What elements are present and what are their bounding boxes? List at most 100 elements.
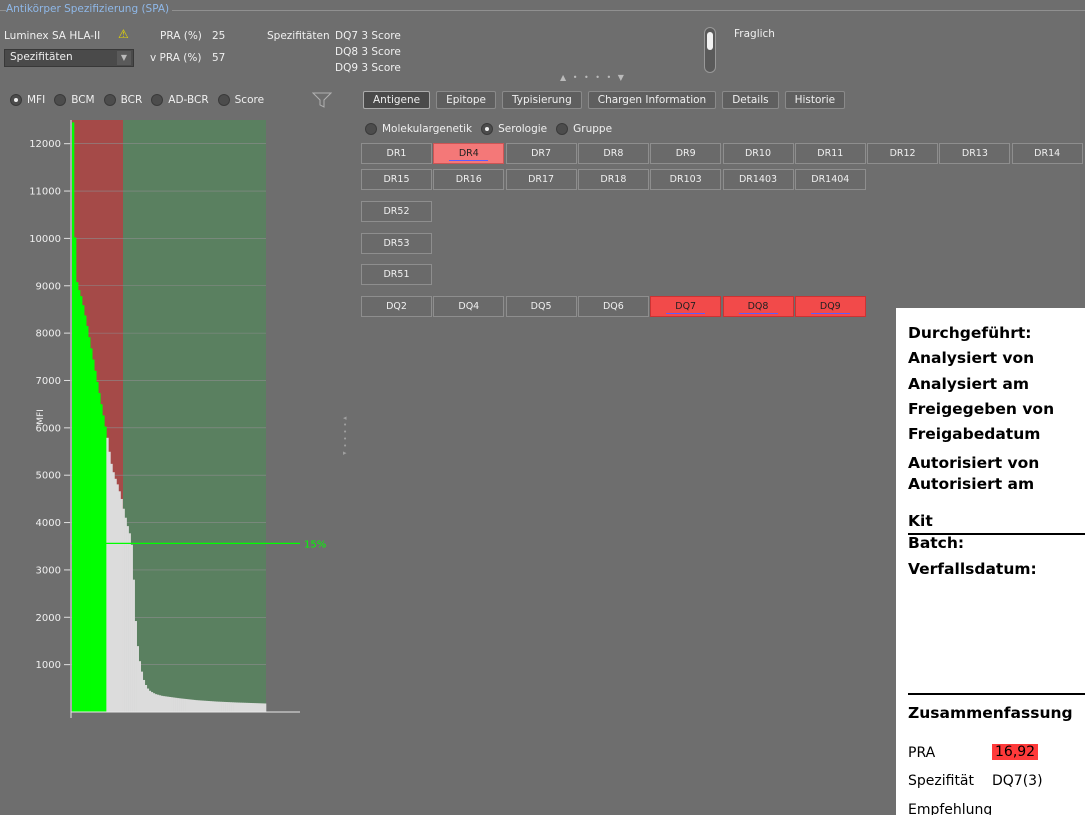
antigen-mode-radio-molekulargenetik[interactable] <box>365 123 377 135</box>
antigen-cell-underline <box>810 313 850 314</box>
antigen-mode-radio-serologie[interactable] <box>481 123 494 135</box>
antigen-cell-dr9[interactable]: DR9 <box>650 143 722 164</box>
antigen-cell-dr52[interactable]: DR52 <box>361 201 432 222</box>
report-line-authorized-by: Autorisiert von <box>908 454 1040 472</box>
antigen-cell-dr53[interactable]: DR53 <box>361 233 432 254</box>
negative-bar <box>227 702 230 712</box>
negative-bar <box>257 703 261 712</box>
pra-label: PRA (%) <box>160 30 202 42</box>
negative-bar <box>263 703 267 712</box>
positive-bar <box>82 305 85 712</box>
filter-icon[interactable] <box>312 92 332 108</box>
antigen-cell-label: DR53 <box>383 238 410 249</box>
antigen-cell-dq5[interactable]: DQ5 <box>505 296 577 317</box>
score-mode-radio-score[interactable] <box>217 94 230 106</box>
antigen-cell-dr10[interactable]: DR10 <box>722 143 794 164</box>
antigen-cell-dr15[interactable]: DR15 <box>361 169 432 190</box>
antigen-cell-dq2[interactable]: DQ2 <box>361 296 432 317</box>
y-tick-label: 2000 <box>36 613 61 624</box>
tab-details[interactable]: Details <box>722 91 779 109</box>
antigen-cell-dr1[interactable]: DR1 <box>361 143 432 164</box>
positive-bar <box>92 359 95 712</box>
antigen-cell-dr14[interactable]: DR14 <box>1011 143 1083 164</box>
antigen-cell-label: DR1 <box>386 148 407 159</box>
warning-icon[interactable]: ⚠ <box>118 27 129 41</box>
pra-value: 25 <box>212 30 226 42</box>
score-mode-radio-mfi[interactable] <box>10 94 22 106</box>
collapse-handle[interactable]: ▲ • • • • ▼ <box>560 73 626 82</box>
antigen-cell-dr7[interactable]: DR7 <box>505 143 577 164</box>
tab-bar: Antigene Epitope Typisierung Chargen Inform… <box>363 91 846 109</box>
score-mode-label[interactable]: AD-BCR <box>168 94 208 106</box>
negative-bar <box>158 695 162 712</box>
tab-typisierung[interactable]: Typisierung <box>502 91 582 109</box>
antigen-cell-dr17[interactable]: DR17 <box>505 169 577 190</box>
antigen-cell-dr12[interactable]: DR12 <box>867 143 939 164</box>
antigen-cell-dr16[interactable]: DR16 <box>433 169 505 190</box>
negative-bar <box>215 701 218 712</box>
antigen-cell-label: DQ9 <box>819 301 841 312</box>
status-text: Fraglich <box>734 28 775 40</box>
negative-bar <box>245 702 249 712</box>
report-line-analyzed-at: Analysiert am <box>908 375 1030 393</box>
score-mode-label[interactable]: BCR <box>121 94 143 106</box>
antigen-cell-dr11[interactable]: DR11 <box>794 143 866 164</box>
score-mode-label[interactable]: Score <box>235 94 264 106</box>
tab-historie[interactable]: Historie <box>784 91 846 109</box>
negative-bar <box>213 701 216 712</box>
negative-bar <box>181 698 184 712</box>
y-tick-label: 4000 <box>36 518 61 529</box>
antigen-cell-dq8[interactable]: DQ8 <box>722 296 794 317</box>
negative-bar <box>166 696 170 712</box>
antigen-cell-dr8[interactable]: DR8 <box>577 143 649 164</box>
negative-bar <box>185 699 188 712</box>
antigen-cell-label: DQ4 <box>458 301 480 312</box>
report-spec-key: Spezifität <box>908 773 975 789</box>
chevron-down-icon: ▼ <box>117 51 131 65</box>
negative-bar <box>191 699 194 712</box>
y-tick-label: 11000 <box>29 187 61 198</box>
antigen-cell-dq7[interactable]: DQ7 <box>650 296 722 317</box>
antigen-cell-dr51[interactable]: DR51 <box>361 264 432 285</box>
vpra-label: v PRA (%) <box>150 52 202 64</box>
antigen-cell-dr1404[interactable]: DR1404 <box>794 169 866 190</box>
tab-chargen-information[interactable]: Chargen Information <box>587 91 717 109</box>
negative-bar <box>128 533 131 712</box>
panel-splitter[interactable]: ◂ • • • • ▸ <box>343 415 349 457</box>
tab-antigene[interactable]: Antigene <box>363 91 431 109</box>
antigen-mode-radio-gruppe[interactable] <box>556 123 569 135</box>
negative-bar <box>189 699 192 712</box>
negative-bar <box>142 679 146 712</box>
spec-line: DQ8 3 Score <box>335 46 401 58</box>
view-select[interactable]: Spezifitäten ▼ <box>4 49 134 67</box>
report-line-authorized-at: Autorisiert am <box>908 475 1035 493</box>
negative-region <box>123 120 266 712</box>
tab-epitope[interactable]: Epitope <box>436 91 497 109</box>
antigen-cell-dr4[interactable]: DR4 <box>433 143 505 164</box>
score-mode-radio-ad-bcr[interactable] <box>151 94 164 106</box>
positive-bar <box>90 348 93 712</box>
antigen-mode-label[interactable]: Molekulargenetik <box>382 123 472 135</box>
negative-bar <box>197 700 200 712</box>
score-mode-label[interactable]: BCM <box>71 94 94 106</box>
antigen-mode-label[interactable]: Serologie <box>498 123 547 135</box>
negative-bar <box>177 698 180 712</box>
antigen-cell-dq4[interactable]: DQ4 <box>433 296 505 317</box>
antigen-cell-dq6[interactable]: DQ6 <box>577 296 649 317</box>
score-mode-radio-bcr[interactable] <box>103 94 116 106</box>
antigen-cell-dr1403[interactable]: DR1403 <box>722 169 794 190</box>
score-mode-label[interactable]: MFI <box>27 94 45 106</box>
antigen-cell-dr103[interactable]: DR103 <box>650 169 722 190</box>
negative-bar <box>179 698 182 712</box>
antigen-cell-dr13[interactable]: DR13 <box>939 143 1011 164</box>
negative-bar <box>130 544 133 712</box>
antigen-cell-dr18[interactable]: DR18 <box>577 169 649 190</box>
antigen-cell-dq9[interactable]: DQ9 <box>794 296 866 317</box>
score-mode-radio-bcm[interactable] <box>54 94 67 106</box>
negative-bar <box>136 646 139 712</box>
antigen-mode-label[interactable]: Gruppe <box>573 123 612 135</box>
scroll-thumb[interactable] <box>707 32 713 50</box>
antigen-cell-label: DR1403 <box>738 174 778 185</box>
status-scroll[interactable] <box>704 27 716 73</box>
negative-bar <box>150 692 154 712</box>
